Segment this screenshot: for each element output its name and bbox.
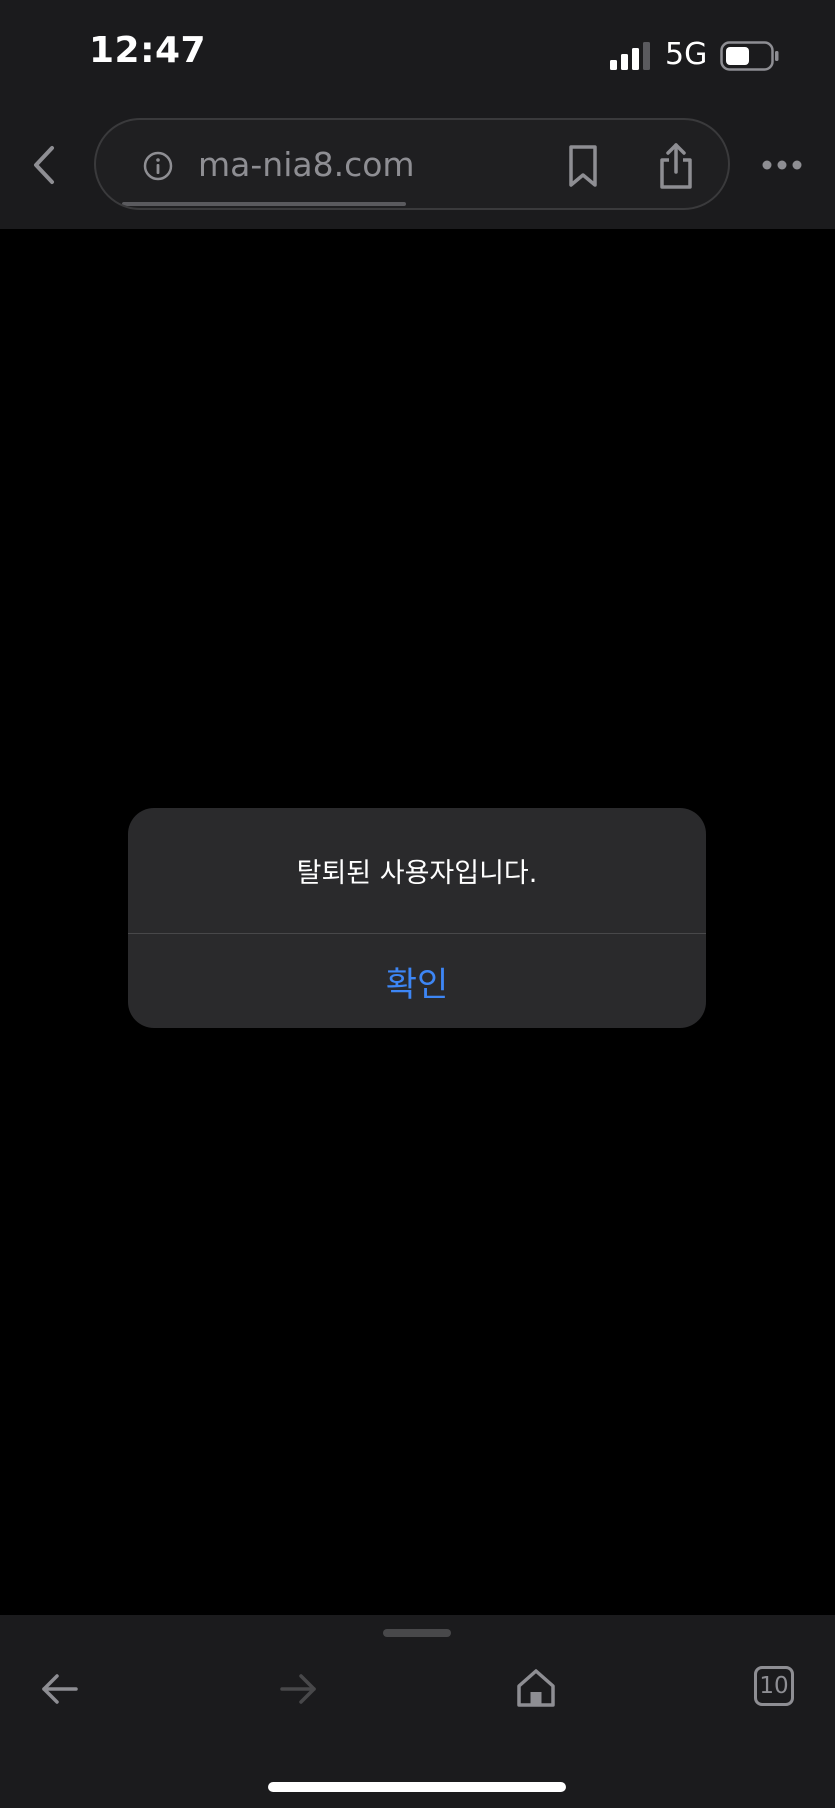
tabs-button[interactable]: 10 — [754, 1666, 794, 1706]
confirm-button[interactable]: 확인 — [128, 934, 706, 1028]
url-bar[interactable]: ma-nia8.com — [94, 118, 730, 210]
more-dots-icon[interactable] — [762, 158, 802, 172]
home-indicator — [268, 1782, 566, 1792]
cellular-signal-icon — [610, 42, 650, 70]
chevron-left-icon[interactable] — [28, 140, 64, 190]
battery-icon — [720, 41, 779, 71]
arrow-left-icon[interactable] — [38, 1667, 82, 1711]
page-load-progress — [122, 202, 406, 206]
network-label: 5G — [665, 37, 708, 72]
url-text[interactable]: ma-nia8.com — [198, 145, 415, 184]
bookmark-icon[interactable] — [566, 144, 600, 188]
top-bar: 12:47 5G ma-nia8.com — [0, 0, 835, 229]
info-icon[interactable] — [142, 150, 174, 182]
toolbar-grabber[interactable] — [383, 1629, 451, 1637]
arrow-right-icon — [280, 1674, 316, 1704]
alert-dialog: 탈퇴된 사용자입니다. 확인 — [128, 808, 706, 1028]
bottom-toolbar: 10 — [0, 1615, 835, 1808]
status-time: 12:47 — [89, 30, 207, 71]
alert-message: 탈퇴된 사용자입니다. — [296, 858, 538, 889]
share-icon[interactable] — [656, 142, 696, 190]
browser-screen: 12:47 5G ma-nia8.com 탈퇴된 사용자입니다. 확인 10 — [0, 0, 835, 1808]
home-icon[interactable] — [514, 1665, 558, 1709]
